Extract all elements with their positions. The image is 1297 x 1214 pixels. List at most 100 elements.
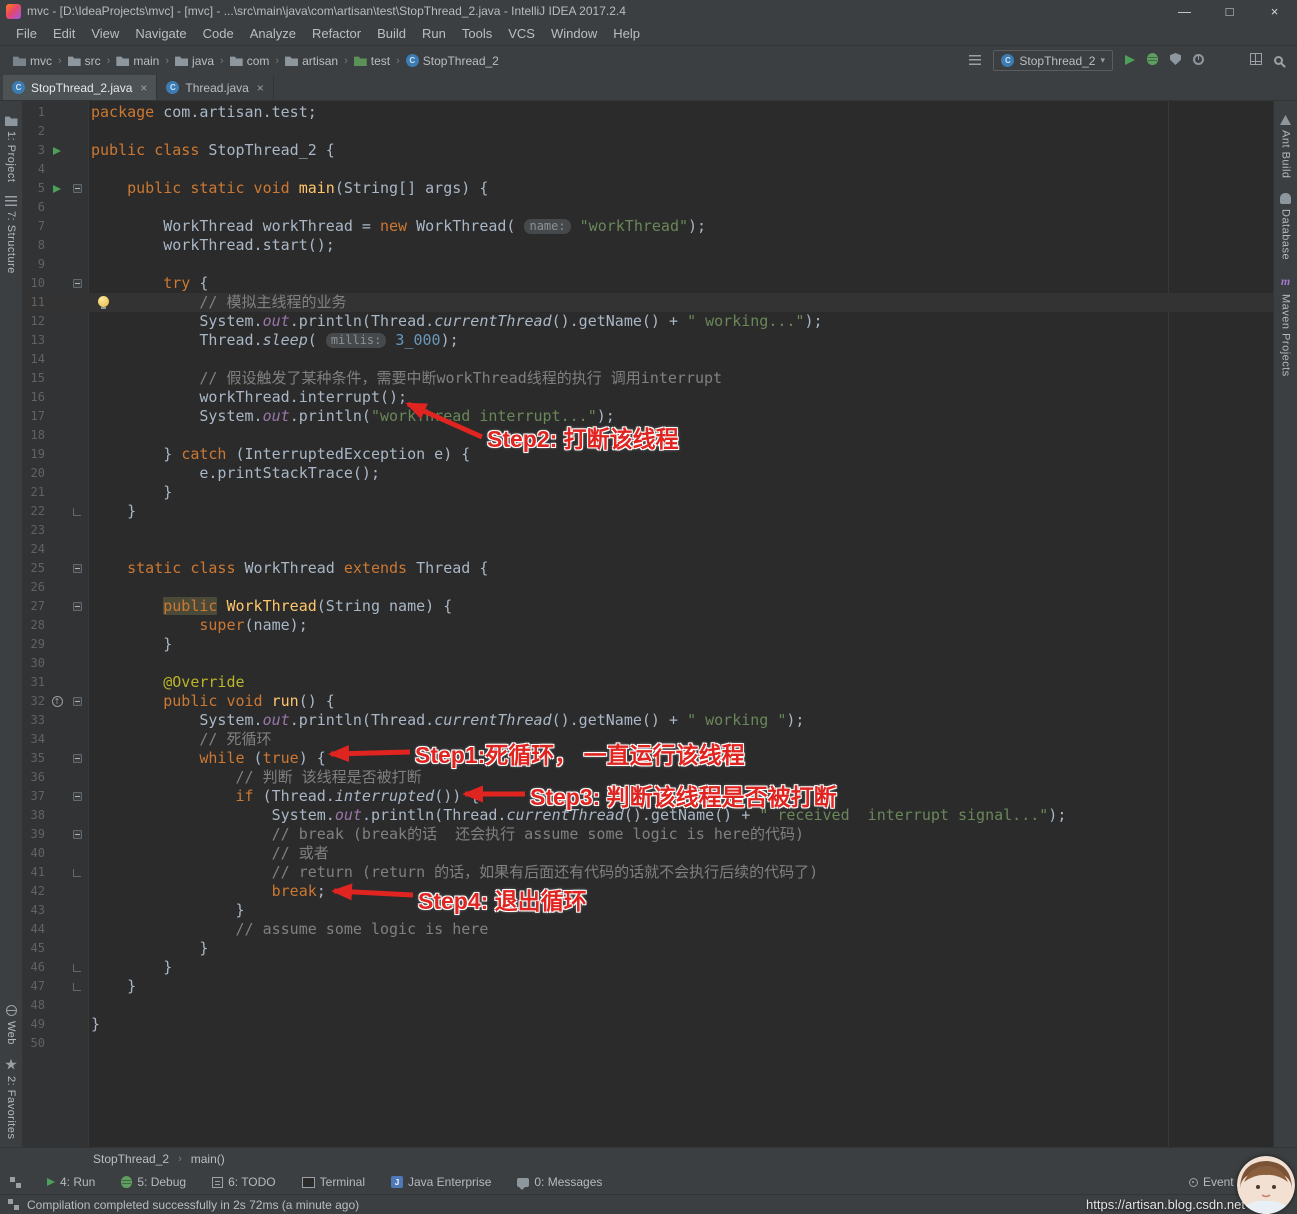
line-number[interactable]: 25 <box>23 559 49 578</box>
menu-item-navigate[interactable]: Navigate <box>127 24 194 43</box>
code-line[interactable]: 6 <box>23 198 1273 217</box>
breadcrumb-item-com[interactable]: com <box>227 52 273 70</box>
line-number[interactable]: 15 <box>23 369 49 388</box>
breadcrumb-item-test[interactable]: test <box>351 52 393 70</box>
toolwindow-switcher-icon[interactable] <box>8 1199 19 1210</box>
tool-stripe-button-web[interactable]: Web <box>5 1004 17 1045</box>
code-line[interactable]: 11 // 模拟主线程的业务 <box>23 293 1273 312</box>
menu-item-analyze[interactable]: Analyze <box>242 24 304 43</box>
breadcrumb-item-stopthread-2[interactable]: C StopThread_2 <box>403 52 502 70</box>
fold-icon[interactable] <box>72 184 82 193</box>
line-number[interactable]: 42 <box>23 882 49 901</box>
code-line[interactable]: 29 } <box>23 635 1273 654</box>
code-text[interactable]: // 模拟主线程的业务 <box>89 293 1273 312</box>
breadcrumb-item-java[interactable]: java <box>172 52 217 70</box>
code-text[interactable]: e.printStackTrace(); <box>89 464 1273 483</box>
line-number[interactable]: 6 <box>23 198 49 217</box>
code-text[interactable] <box>89 1034 1273 1053</box>
fold-icon[interactable] <box>72 602 82 611</box>
code-line[interactable]: 46 } <box>23 958 1273 977</box>
line-number[interactable]: 24 <box>23 540 49 559</box>
code-line[interactable]: 26 <box>23 578 1273 597</box>
editor-tab-stopthread-2-java[interactable]: C StopThread_2.java × <box>3 75 158 100</box>
code-line[interactable]: 48 <box>23 996 1273 1015</box>
line-number[interactable]: 29 <box>23 635 49 654</box>
menu-item-vcs[interactable]: VCS <box>500 24 543 43</box>
line-number[interactable]: 50 <box>23 1034 49 1053</box>
line-number[interactable]: 2 <box>23 122 49 141</box>
code-line[interactable]: 44 // assume some logic is here <box>23 920 1273 939</box>
line-number[interactable]: 38 <box>23 806 49 825</box>
search-button[interactable] <box>1274 54 1287 68</box>
line-number[interactable]: 39 <box>23 825 49 844</box>
menu-item-build[interactable]: Build <box>369 24 414 43</box>
code-text[interactable]: workThread.interrupt(); <box>89 388 1273 407</box>
breadcrumb-item-main[interactable]: main <box>113 52 162 70</box>
line-number[interactable]: 26 <box>23 578 49 597</box>
menu-item-refactor[interactable]: Refactor <box>304 24 369 43</box>
code-text[interactable]: WorkThread workThread = new WorkThread( … <box>89 217 1273 236</box>
code-line[interactable]: 1 package com.artisan.test; <box>23 103 1273 122</box>
editor[interactable]: 1 package com.artisan.test; 2 3 public class… <box>23 101 1273 1147</box>
code-text[interactable] <box>89 350 1273 369</box>
code-text[interactable]: package com.artisan.test; <box>89 103 1273 122</box>
code-line[interactable]: 50 <box>23 1034 1273 1053</box>
maximize-button[interactable]: □ <box>1207 0 1252 22</box>
editor-breadcrumb-item-stopthread-2[interactable]: StopThread_2 <box>90 1150 172 1168</box>
line-number[interactable]: 34 <box>23 730 49 749</box>
code-text[interactable]: } <box>89 1015 1273 1034</box>
code-line[interactable]: 20 e.printStackTrace(); <box>23 464 1273 483</box>
overriding-method-icon[interactable]: ↑ <box>51 696 63 707</box>
line-number[interactable]: 12 <box>23 312 49 331</box>
line-number[interactable]: 30 <box>23 654 49 673</box>
code-line[interactable]: 30 <box>23 654 1273 673</box>
line-number[interactable]: 41 <box>23 863 49 882</box>
fold-icon[interactable] <box>72 792 82 801</box>
code-line[interactable]: 22 } <box>23 502 1273 521</box>
code-line[interactable]: 7 WorkThread workThread = new WorkThread… <box>23 217 1273 236</box>
code-text[interactable]: } catch (InterruptedException e) { <box>89 445 1273 464</box>
intention-bulb-icon[interactable] <box>98 296 109 309</box>
line-number[interactable]: 40 <box>23 844 49 863</box>
line-number[interactable]: 13 <box>23 331 49 350</box>
editor-breadcrumb-item-main[interactable]: main() <box>188 1150 228 1168</box>
toolwindow-button-4-run[interactable]: 4: Run <box>47 1175 95 1189</box>
fold-icon[interactable] <box>72 697 82 706</box>
line-number[interactable]: 43 <box>23 901 49 920</box>
code-text[interactable]: public WorkThread(String name) { <box>89 597 1273 616</box>
code-line[interactable]: 41 // return (return 的话，如果有后面还有代码的话就不会执行… <box>23 863 1273 882</box>
code-text[interactable] <box>89 198 1273 217</box>
code-line[interactable]: 47 } <box>23 977 1273 996</box>
code-text[interactable]: } <box>89 502 1273 521</box>
code-line[interactable]: 15 // 假设触发了某种条件，需要中断workThread线程的执行 调用in… <box>23 369 1273 388</box>
line-number[interactable]: 48 <box>23 996 49 1015</box>
tool-stripe-button-2-favorites[interactable]: 2: Favorites <box>5 1058 17 1139</box>
tool-stripe-button-ant-build[interactable]: Ant Build <box>1280 115 1292 179</box>
close-icon[interactable]: × <box>257 81 264 95</box>
code-text[interactable] <box>89 255 1273 274</box>
fold-icon[interactable] <box>72 564 82 573</box>
line-number[interactable]: 49 <box>23 1015 49 1034</box>
line-number[interactable]: 7 <box>23 217 49 236</box>
code-text[interactable]: public static void main(String[] args) { <box>89 179 1273 198</box>
editor-tab-thread-java[interactable]: C Thread.java × <box>157 75 274 100</box>
code-text[interactable] <box>89 426 1273 445</box>
toolwindow-button-0-messages[interactable]: 0: Messages <box>517 1175 602 1190</box>
code-line[interactable]: 13 Thread.sleep( millis: 3_000); <box>23 331 1273 350</box>
code-line[interactable]: 14 <box>23 350 1273 369</box>
line-number[interactable]: 44 <box>23 920 49 939</box>
code-text[interactable]: } <box>89 483 1273 502</box>
menu-item-tools[interactable]: Tools <box>454 24 500 43</box>
line-number[interactable]: 45 <box>23 939 49 958</box>
menu-item-file[interactable]: File <box>8 24 45 43</box>
menu-item-edit[interactable]: Edit <box>45 24 83 43</box>
code-line[interactable]: 33 System.out.println(Thread.currentThre… <box>23 711 1273 730</box>
fold-icon[interactable] <box>72 279 82 288</box>
code-line[interactable]: 4 <box>23 160 1273 179</box>
toolwindow-button-java-enterprise[interactable]: J Java Enterprise <box>391 1175 491 1189</box>
menu-item-view[interactable]: View <box>83 24 127 43</box>
code-line[interactable]: 25 static class WorkThread extends Threa… <box>23 559 1273 578</box>
code-line[interactable]: 16 workThread.interrupt(); <box>23 388 1273 407</box>
code-line[interactable]: 45 } <box>23 939 1273 958</box>
breadcrumb-item-src[interactable]: src <box>65 52 104 70</box>
